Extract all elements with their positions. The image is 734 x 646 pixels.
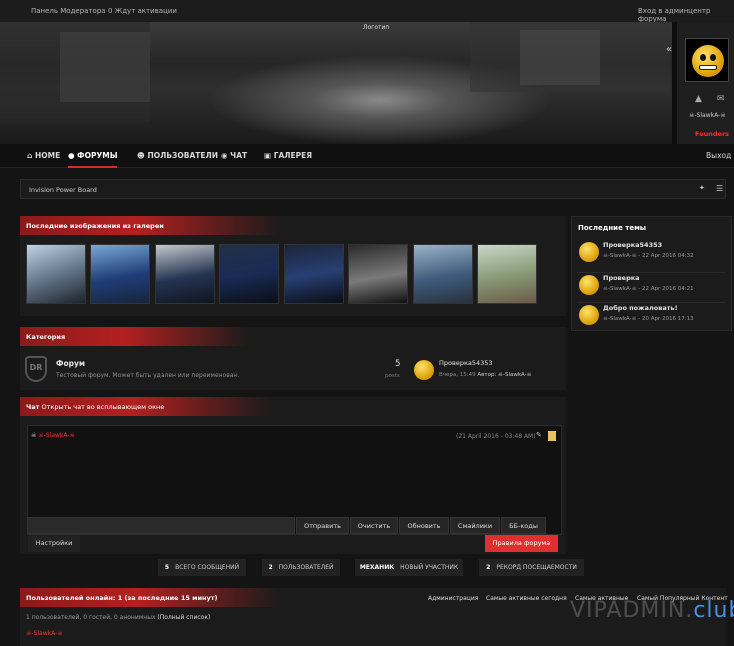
skull-smiley-icon <box>692 45 724 77</box>
notifications-bell-icon[interactable]: ▲ <box>695 94 702 104</box>
chat-bubble-icon: ● <box>68 151 78 160</box>
chat-send-button[interactable]: Отправить <box>296 517 349 534</box>
gallery-thumb-7[interactable] <box>413 244 473 304</box>
collapse-chevron-icon[interactable]: « <box>666 44 672 55</box>
forum-rules-button[interactable]: Правила форума <box>485 535 558 552</box>
recent-topics-title: Последние темы <box>578 224 647 232</box>
gallery-thumb-3[interactable] <box>155 244 215 304</box>
gallery-thumb-1[interactable] <box>26 244 86 304</box>
menu-icon[interactable]: ☰ <box>716 184 723 193</box>
user-name[interactable]: ☠-SlawkA-☠ <box>689 112 726 119</box>
nav-chat[interactable]: ◉ ЧАТ <box>221 151 247 160</box>
gallery-thumb-8[interactable] <box>477 244 537 304</box>
moderator-panel-link[interactable]: Панель Модератора <box>31 7 106 15</box>
stat-users: 2 ПОЛЬЗОВАТЕЛЕЙ <box>262 559 340 576</box>
chat-title: Чат <box>26 403 40 411</box>
recent-topic-3[interactable]: Добро пожаловать! ☠-SlawkA-☠ - 20 Apr 20… <box>577 302 725 330</box>
last-post-author[interactable]: ☠-SlawkA-☠ <box>498 372 532 378</box>
top-bar: Панель Модератора 0 Ждут активации Вход … <box>0 0 734 23</box>
nav-users[interactable]: ☻ ПОЛЬЗОВАТЕЛИ <box>137 151 218 160</box>
header-banner: Логотип « <box>0 22 734 144</box>
chat-smilies-button[interactable]: Смайлики <box>450 517 500 534</box>
nav-home[interactable]: ⌂ HOME <box>27 151 60 160</box>
nav-forums[interactable]: ● ФОРУМЫ <box>68 151 118 168</box>
gallery-icon: ▣ <box>264 151 274 160</box>
online-user[interactable]: ☠-SlawkA-☠ <box>26 630 63 637</box>
reply-bubble-icon[interactable]: ✎ <box>536 431 542 439</box>
skull-smiley-icon <box>414 360 434 380</box>
logout-link[interactable]: Выход <box>706 151 731 160</box>
user-panel: ▲ ✉ ☠-SlawkA-☠ Founders <box>677 22 734 144</box>
chat-settings-button[interactable]: Настройки <box>28 535 80 552</box>
nav-gallery[interactable]: ▣ ГАЛЕРЕЯ <box>264 151 312 160</box>
online-link-staff[interactable]: Администрация <box>428 595 478 602</box>
note-icon[interactable] <box>548 431 556 441</box>
forum-description: Тестовый форум. Может быть удален или пе… <box>56 372 240 379</box>
chat-message-user[interactable]: ☠ ☠-SlawkA-☠ <box>31 432 75 439</box>
watermark: VIPADMIN.club <box>570 598 734 623</box>
user-avatar[interactable] <box>685 38 729 82</box>
user-group: Founders <box>695 130 730 138</box>
chat-timestamp: (21 April 2016 - 03:48 AM) <box>456 433 536 440</box>
logo[interactable]: Логотип <box>363 24 389 31</box>
online-summary: 1 пользователей, 0 гостей, 0 анонимных (… <box>26 614 211 621</box>
banner-image <box>0 22 672 144</box>
gallery-title: Последние изображения из галереи <box>20 216 280 235</box>
chat-input[interactable] <box>27 517 295 534</box>
recent-topic-1[interactable]: Проверка54353 ☠-SlawkA-☠ - 22 Apr 2016 0… <box>577 240 725 268</box>
pin-icon[interactable]: ✦ <box>699 184 705 192</box>
forum-posts-label: posts <box>385 373 400 379</box>
online-link-top-today[interactable]: Самые активные сегодня <box>486 595 567 602</box>
category-title: Категория <box>20 327 250 346</box>
skull-smiley-icon <box>579 305 599 325</box>
gallery-thumb-4[interactable] <box>219 244 279 304</box>
chat-icon: ◉ <box>221 151 231 160</box>
stat-newest-member[interactable]: МЕХАНИК НОВЫЙ УЧАСТНИК <box>355 559 463 576</box>
chat-open-popup-link[interactable]: Открыть чат во всплывающем окне <box>41 403 164 411</box>
admin-login-link[interactable]: Вход в админцентр форума <box>638 7 734 23</box>
chat-bbcode-button[interactable]: ББ-коды <box>501 517 546 534</box>
gallery-thumb-5[interactable] <box>284 244 344 304</box>
messages-envelope-icon[interactable]: ✉ <box>717 94 725 104</box>
online-title: Пользователей онлайн: 1 (за последние 15… <box>20 588 280 607</box>
breadcrumb: Invision Power Board ✦ ☰ <box>20 179 726 199</box>
last-post-meta: Вчера, 15:49 Автор: ☠-SlawkA-☠ <box>439 372 532 378</box>
skull-smiley-icon <box>579 275 599 295</box>
chat-clear-button[interactable]: Очистить <box>350 517 398 534</box>
recent-topic-2[interactable]: Проверка ☠-SlawkA-☠ - 22 Apr 2016 04:21 <box>577 272 725 300</box>
gallery-thumb-6[interactable] <box>348 244 408 304</box>
pending-activation-link[interactable]: 0 Ждут активации <box>108 7 177 15</box>
chat-smilies <box>90 430 150 440</box>
home-icon: ⌂ <box>27 151 35 160</box>
chat-refresh-button[interactable]: Обновить <box>399 517 449 534</box>
skull-smiley-icon <box>579 242 599 262</box>
gallery-thumb-2[interactable] <box>90 244 150 304</box>
forum-shield-icon: DR <box>25 356 47 382</box>
last-post-time: Вчера, 15:49 <box>439 372 476 378</box>
last-post-topic[interactable]: Проверка54353 <box>439 359 493 367</box>
online-full-list-link[interactable]: (Полный список) <box>157 614 210 621</box>
main-nav: ⌂ HOME ● ФОРУМЫ ☻ ПОЛЬЗОВАТЕЛИ ◉ ЧАТ ▣ Г… <box>0 144 734 168</box>
chat-header: Чат Открыть чат во всплывающем окне <box>20 397 270 416</box>
last-post-author-label: Автор: <box>477 372 497 378</box>
forum-posts-count: 5 <box>395 359 401 369</box>
breadcrumb-home[interactable]: Invision Power Board <box>29 186 97 194</box>
stat-total-posts: 5 ВСЕГО СООБЩЕНИЙ <box>158 559 246 576</box>
stat-record-online: 2 РЕКОРД ПОСЕЩАЕМОСТИ <box>479 559 584 576</box>
users-icon: ☻ <box>137 151 148 160</box>
forum-name[interactable]: Форум <box>56 359 85 368</box>
